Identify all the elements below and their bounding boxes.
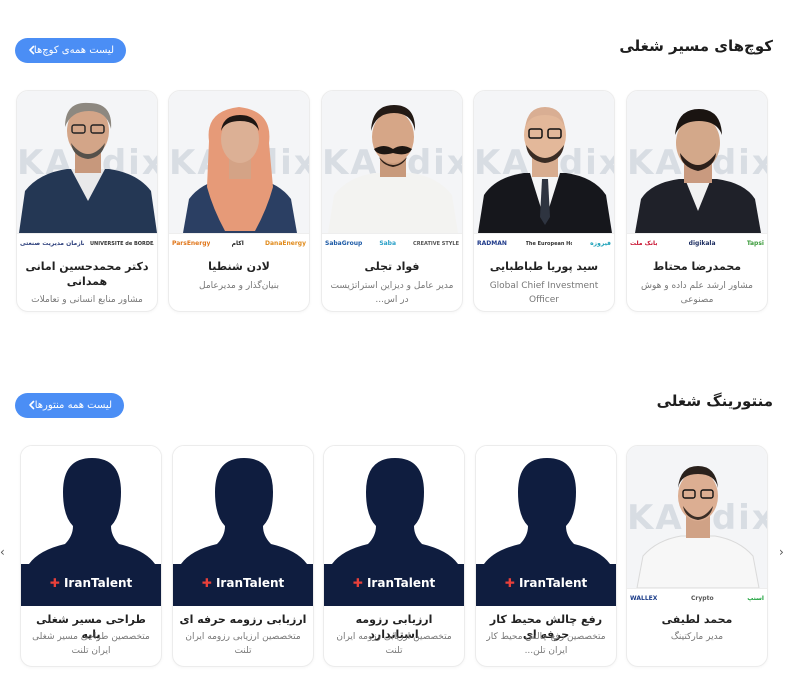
company-logos: ParsEnergy آکام DanaEnergy: [169, 233, 309, 253]
mentor-card[interactable]: KARdix WALLEX Crypto اسنپ محمد لطیفی مدی…: [626, 445, 768, 667]
all-mentors-label: لیست همه منتورها: [34, 400, 112, 411]
irantalent-logo: ✚ IranTalent: [504, 576, 588, 590]
carousel-prev-icon[interactable]: ‹: [0, 545, 5, 559]
irantalent-logo: ✚ IranTalent: [352, 576, 436, 590]
coach-name: لادن شنطیا: [208, 260, 270, 273]
company-logos: بانک ملت digikala Tapsi: [627, 233, 767, 253]
coach-card[interactable]: KARdix ParsEnergy آکام DanaEnergy لادن ش…: [168, 90, 310, 312]
coach-role: مدیر عامل و دیزاین استراتژیست در اس...: [330, 281, 454, 305]
carousel-next-icon[interactable]: ›: [779, 545, 784, 559]
mentor-name: محمد لطیفی: [661, 613, 733, 626]
all-mentors-button[interactable]: لیست همه منتورها: [15, 393, 124, 418]
coaches-section: کوچ‌های مسیر شغلی لیست همه‌ی کوچ‌ها KARd…: [0, 0, 787, 330]
mentor-card[interactable]: ✚ IranTalent ارزیابی رزومه استاندارد متخ…: [323, 445, 465, 667]
coach-card[interactable]: KARdix RADMAN The European House Ambrose…: [473, 90, 615, 312]
coach-role: بنیان‌گذار و مدیرعامل: [199, 281, 279, 291]
mentor-role: متخصصین طراحی مسیر شغلی ایران تلنت: [32, 632, 150, 656]
mentor-role: متخصصین رفع چالش محیط کار ایران تلن...: [486, 632, 606, 656]
coach-photo: KARdix: [169, 91, 309, 233]
coach-photo: KARdix: [627, 91, 767, 233]
mentor-name: ارزیابی رزومه حرفه ای: [179, 613, 307, 626]
coach-photo: KARdix: [322, 91, 462, 233]
mentoring-section: منتورینگ شغلی لیست همه منتورها KARdix WA…: [0, 380, 787, 692]
mentor-role: متخصصین ارزیابی رزومه ایران تلنت: [336, 632, 452, 656]
mentor-card[interactable]: ✚ IranTalent ارزیابی رزومه حرفه ای متخصص…: [172, 445, 314, 667]
company-logos: سازمان مدیریت صنعتی UNIVERSITÉ de BORDEA…: [17, 233, 157, 253]
irantalent-logo: ✚ IranTalent: [201, 576, 285, 590]
mentor-role: مدیر مارکتینگ: [670, 632, 724, 642]
coach-role: Global Chief Investment Officer: [489, 281, 599, 305]
mentor-card[interactable]: ✚ IranTalent رفع چالش محیط کار حرفه ای م…: [475, 445, 617, 667]
coach-photo: KARdix: [17, 91, 157, 233]
irantalent-logo: ✚ IranTalent: [49, 576, 133, 590]
coach-role: مشاور ارشد علم داده و هوش مصنوعی: [641, 281, 753, 305]
coach-name: سید پوریا طباطبایی: [489, 260, 599, 273]
mentor-photo: ✚ IranTalent: [324, 446, 464, 606]
mentor-role: متخصصین ارزیابی رزومه ایران تلنت: [185, 632, 301, 656]
all-coaches-label: لیست همه‌ی کوچ‌ها: [33, 45, 114, 56]
mentoring-section-title: منتورینگ شغلی: [656, 392, 773, 410]
mentor-photo: KARdix: [627, 446, 767, 588]
company-logos: RADMAN The European House Ambrosetti فیر…: [474, 233, 614, 253]
coach-card[interactable]: KARdix SabaGroup Saba CREATIVE STYLE فوا…: [321, 90, 463, 312]
company-logos: WALLEX Crypto اسنپ: [627, 588, 767, 608]
chevron-left-icon: [29, 45, 35, 55]
coach-role: مشاور منابع انسانی و تعاملات: [31, 295, 143, 305]
coaches-section-title: کوچ‌های مسیر شغلی: [619, 37, 773, 55]
mentor-photo: ✚ IranTalent: [476, 446, 616, 606]
mentor-photo: ✚ IranTalent: [173, 446, 313, 606]
coach-name: فواد تجلی: [364, 260, 420, 273]
coach-photo: KARdix: [474, 91, 614, 233]
coach-card[interactable]: KARdix بانک ملت digikala Tapsi محمدرضا م…: [626, 90, 768, 312]
mentor-photo: ✚ IranTalent: [21, 446, 161, 606]
coach-card[interactable]: KARdix سازمان مدیریت صنعتی UNIVERSITÉ de…: [16, 90, 158, 312]
all-coaches-button[interactable]: لیست همه‌ی کوچ‌ها: [15, 38, 126, 63]
coach-name: دکتر محمدحسین امانی همدانی: [25, 260, 149, 288]
chevron-left-icon: [29, 400, 35, 410]
company-logos: SabaGroup Saba CREATIVE STYLE: [322, 233, 462, 253]
mentor-card[interactable]: ✚ IranTalent طراحی مسیر شغلی پایه متخصصی…: [20, 445, 162, 667]
coach-name: محمدرضا محتاط: [652, 260, 742, 273]
